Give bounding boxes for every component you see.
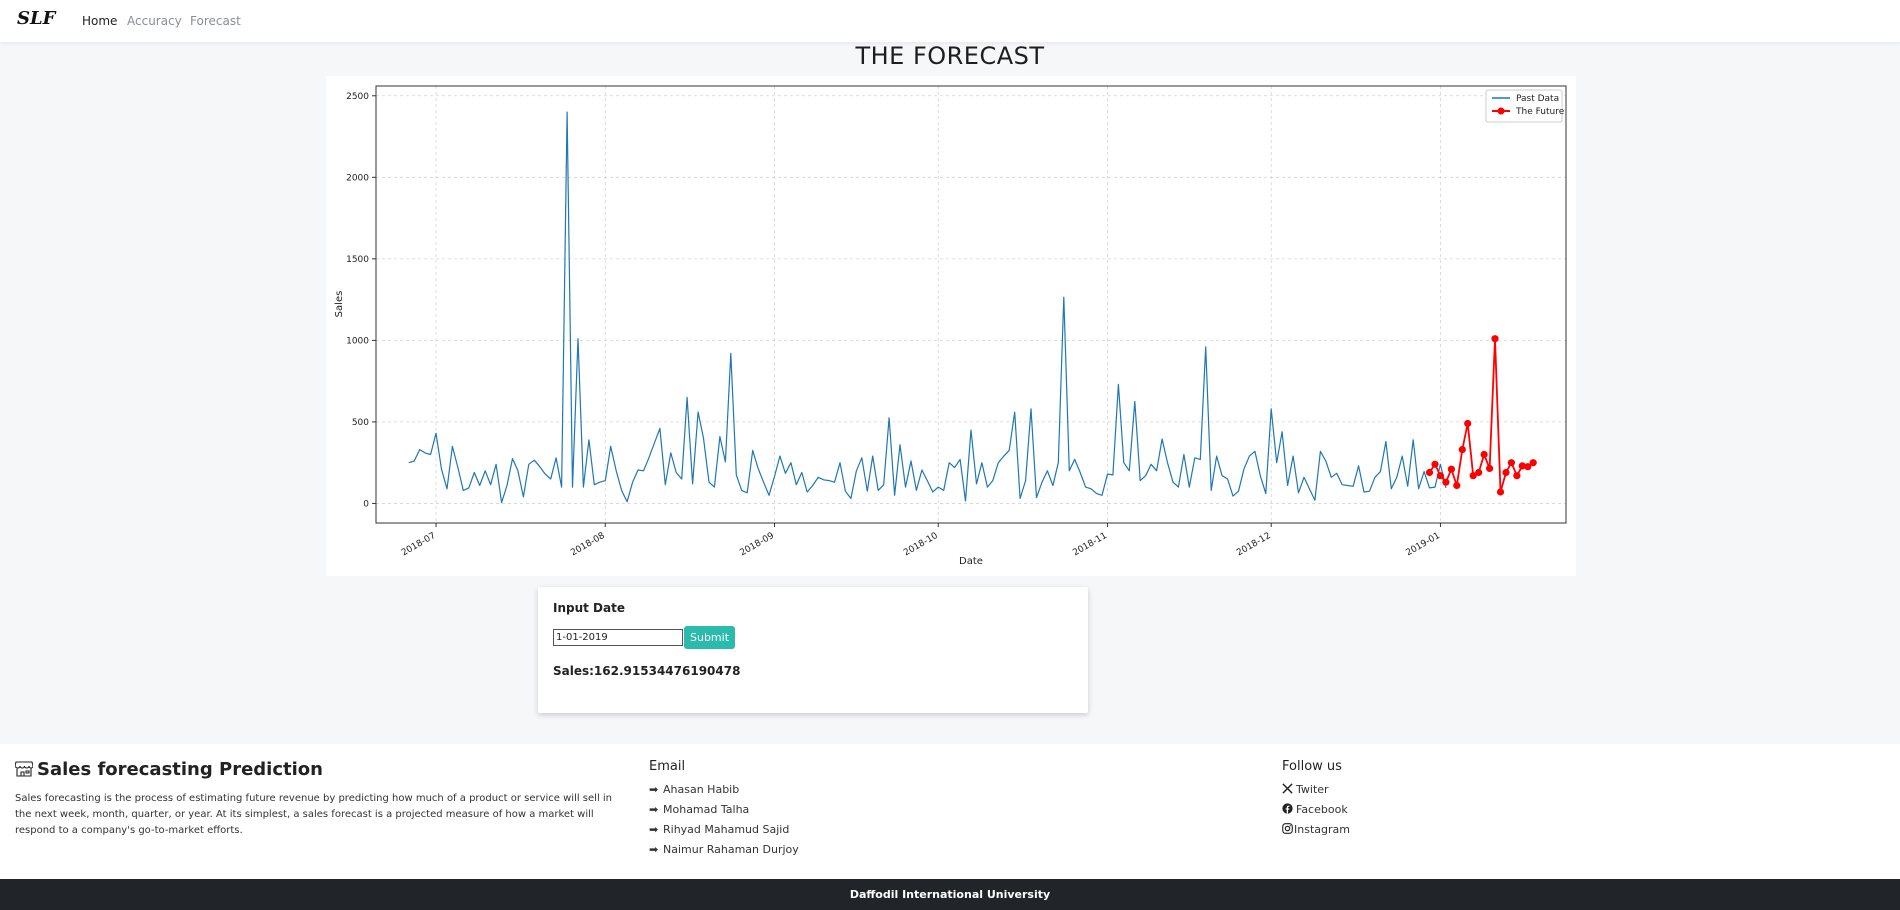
navbar: SLF Home Accuracy Forecast (0, 0, 1900, 43)
facebook-icon (1282, 803, 1293, 814)
series-line-past-data (408, 111, 1447, 504)
future-point (1447, 465, 1455, 473)
brand-logo[interactable]: SLF (17, 8, 55, 29)
arrow-right-icon: ➡ (649, 803, 659, 816)
x-tick-label: 2018-08 (569, 531, 607, 559)
email-item[interactable]: ➡ Rihyad Mahamud Sajid (649, 823, 789, 836)
y-tick-label: 1000 (346, 336, 369, 346)
arrow-right-icon: ➡ (649, 823, 659, 836)
x-tick-label: 2018-11 (1071, 531, 1109, 558)
input-date-label: Input Date (553, 601, 625, 615)
legend-label-past: Past Data (1516, 94, 1559, 104)
footer-title-text: Sales forecasting Prediction (37, 759, 323, 780)
legend-marker-future (1497, 107, 1505, 115)
future-point (1491, 335, 1499, 343)
chart-series (408, 111, 1537, 504)
date-input[interactable] (553, 629, 683, 646)
email-item[interactable]: ➡ Naimur Rahaman Durjoy (649, 843, 799, 856)
forecast-chart: 0 500 1000 1500 2000 2500 2018-07 2018-08 2018-0… (334, 85, 1567, 567)
page-title: THE FORECAST (855, 42, 1045, 70)
x-tick-label: 2018-07 (400, 531, 438, 558)
future-point (1453, 481, 1461, 490)
x-tick-label: 2018-10 (902, 531, 940, 559)
future-point (1431, 460, 1439, 468)
x-tick-label: 2018-12 (1235, 531, 1273, 558)
future-point (1502, 468, 1510, 477)
university-name: Daffodil International University (849, 888, 1051, 901)
arrow-right-icon: ➡ (649, 843, 659, 856)
series-line-the-future (1428, 337, 1534, 493)
forecast-chart-panel: 0 500 1000 1500 2000 2500 2018-07 2018-08 2018-0… (326, 76, 1576, 576)
follow-heading: Follow us (1282, 759, 1342, 774)
footer-description: Sales forecasting is the process of esti… (15, 793, 613, 836)
nav-link-accuracy[interactable]: Accuracy (127, 14, 182, 28)
y-axis-label: Sales (334, 291, 345, 318)
future-point (1529, 459, 1537, 467)
future-point (1507, 459, 1515, 467)
future-point (1513, 472, 1521, 480)
y-tick-label: 2500 (346, 92, 369, 102)
x-axis-label: Date (959, 556, 983, 567)
store-icon (15, 761, 33, 777)
future-point (1458, 446, 1466, 454)
future-point (1486, 464, 1494, 472)
social-link-facebook[interactable]: Facebook (1282, 803, 1348, 816)
future-point (1436, 472, 1444, 480)
email-item[interactable]: ➡ Ahasan Habib (649, 783, 739, 796)
instagram-icon (1282, 823, 1293, 834)
footer-title: Sales forecasting Prediction (15, 759, 323, 780)
submit-button[interactable]: Submit (684, 626, 735, 649)
arrow-right-icon: ➡ (649, 783, 659, 796)
y-tick-label: 500 (352, 418, 369, 428)
nav-link-home[interactable]: Home (82, 14, 117, 28)
x-icon (1282, 783, 1293, 794)
bottom-bar: Daffodil International University (0, 879, 1900, 910)
nav-link-forecast[interactable]: Forecast (190, 14, 241, 28)
legend-label-future: The Future (1515, 107, 1565, 117)
future-point (1425, 468, 1434, 477)
future-point (1496, 488, 1505, 496)
future-point (1464, 419, 1472, 428)
chart-legend: Past Data The Future (1485, 89, 1565, 123)
social-link-instagram[interactable]: Instagram (1282, 823, 1350, 836)
email-heading: Email (649, 759, 686, 774)
future-point (1442, 478, 1450, 486)
x-tick-label: 2018-09 (738, 531, 776, 559)
sales-result: Sales:162.91534476190478 (553, 664, 741, 678)
future-point (1480, 450, 1488, 459)
input-date-card: Input Date Submit Sales:162.915344761904… (538, 587, 1088, 713)
y-tick-label: 0 (363, 499, 369, 509)
x-tick-label: 2019-01 (1404, 531, 1442, 558)
y-tick-label: 2000 (346, 173, 369, 183)
email-item[interactable]: ➡ Mohamad Talha (649, 803, 749, 816)
footer: Sales forecasting Prediction Sales forec… (0, 744, 1900, 879)
social-link-twitter[interactable]: Twiter (1282, 783, 1329, 796)
future-point (1475, 468, 1483, 477)
y-tick-label: 1500 (346, 255, 369, 265)
